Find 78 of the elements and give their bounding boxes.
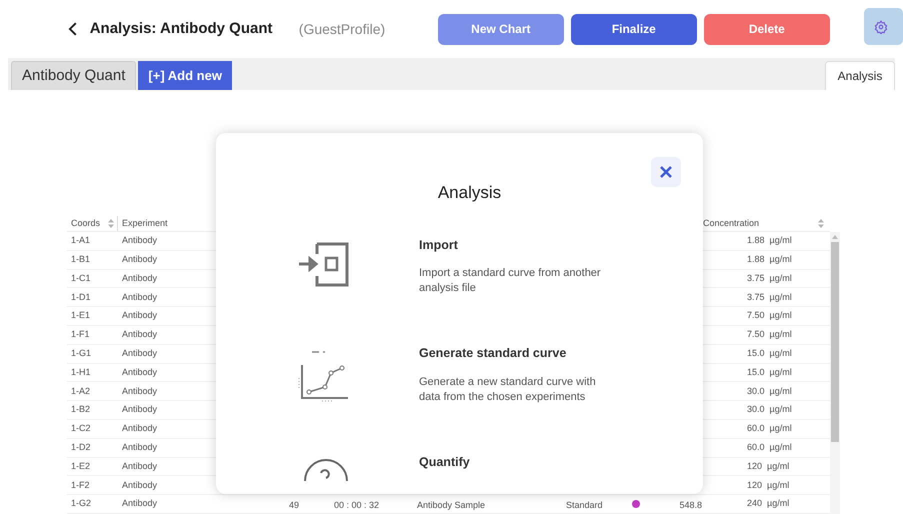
table-cell-text: Antibody [121,384,158,398]
table-cell-text: Antibody [121,328,158,342]
sort-icon[interactable] [108,219,114,228]
profile-label: (GuestProfile) [298,20,386,39]
tab[interactable]: Antibody Quant [11,61,136,90]
table-cell-text: Antibody [121,460,158,473]
line-chart-icon [297,350,349,402]
table-cell: Antibody Sample [417,500,486,510]
table-cell: 00 : 00 : 32 [334,500,380,510]
table-cell: 49 [289,500,300,510]
table-cell-text: 240 µg/ml [746,497,790,510]
table-cell-text: 120 µg/ml [746,460,790,473]
table-cell-text: Antibody [121,497,158,510]
sort-icon[interactable] [818,219,824,228]
table-cell-text: 3.75 µg/ml [746,290,792,304]
table-cell-text: Antibody [121,252,158,266]
table-cell-text: 60.0 µg/ml [746,440,792,454]
table-cell-text: 60.0 µg/ml [746,422,792,436]
table-cell-text: 1-F1 [70,328,91,342]
table-cell-text: Antibody [121,403,158,416]
column-header: Coords [71,216,100,230]
page-title: Analysis: Antibody Quant [90,18,274,39]
option-title[interactable]: Import [419,236,603,254]
table-cell-text: Antibody [121,290,158,304]
table-cell-text: 7.50 µg/ml [746,309,792,322]
table-cell-text: Antibody [121,309,158,322]
settings-icon [874,20,888,34]
gauge-icon [303,459,349,481]
table-cell-text: Antibody [121,440,158,454]
tab[interactable]: Analysis [825,61,895,90]
option-title[interactable]: Quantify [419,453,470,472]
table-cell-text: 15.0 µg/ml [746,346,792,360]
option-description: Generate a new standard curve with data from the chosen experiments [419,375,597,405]
settings-button[interactable] [864,8,903,45]
dialog-title: Analysis [438,182,502,204]
back-chevron-icon[interactable] [68,22,78,36]
scrollbar[interactable] [830,232,840,514]
table-cell-text: 30.0 µg/ml [746,403,792,416]
table-cell-text: 1-C2 [70,422,92,436]
column-header: Concentration [703,216,760,230]
option-description: Import a standard curve from another analysis file [419,266,602,296]
table-cell-text: 120 µg/ml [746,478,790,492]
table-cell-text: Antibody [121,366,158,379]
table-cell-text: 1-H1 [70,366,92,379]
table-cell-text: 1-D1 [70,290,92,304]
table-cell-text: 1-A2 [70,384,92,398]
toolbar-button[interactable]: Finalize [570,14,697,44]
option-title[interactable]: Generate standard curve [419,344,603,363]
table-cell-text: 1-F2 [70,478,91,492]
table-cell-text: 1-E2 [70,460,92,473]
table-cell-text: 1.88 µg/ml [746,252,792,266]
table-cell-text: 1-G2 [70,497,92,510]
column-header: Experiment [122,216,168,230]
table-cell: 548.8 [679,500,702,510]
scrollbar-thumb[interactable] [831,242,839,442]
tab[interactable]: [+] Add new [138,61,232,90]
table-cell-text: Antibody [121,234,158,248]
table-cell-text: Antibody [121,478,158,492]
table-cell-text: 15.0 µg/ml [746,366,792,379]
table-cell-text: 1-A1 [70,234,92,248]
table-cell-text: 7.50 µg/ml [746,328,792,342]
table-cell-text: Antibody [121,346,158,360]
table-cell-text: Antibody [121,272,158,285]
table-cell: Standard [566,500,603,510]
table-cell-text: 1.88 µg/ml [746,234,792,248]
table-cell-text: 1-G1 [70,346,92,360]
table-cell-text: 1-C1 [70,272,92,285]
table-cell-text: 1-D2 [70,440,92,454]
table-cell-text: 1-E1 [70,309,92,322]
table-cell-text: 3.75 µg/ml [746,272,792,285]
table-cell-text: Antibody [121,422,158,436]
scroll-up-icon[interactable] [832,234,838,240]
table-cell-text: 1-B1 [70,252,92,266]
close-button[interactable] [651,157,681,187]
close-icon [660,166,672,178]
import-icon [299,242,349,286]
table-cell-text: 30.0 µg/ml [746,384,792,398]
table-cell-text: 1-B2 [70,403,92,416]
